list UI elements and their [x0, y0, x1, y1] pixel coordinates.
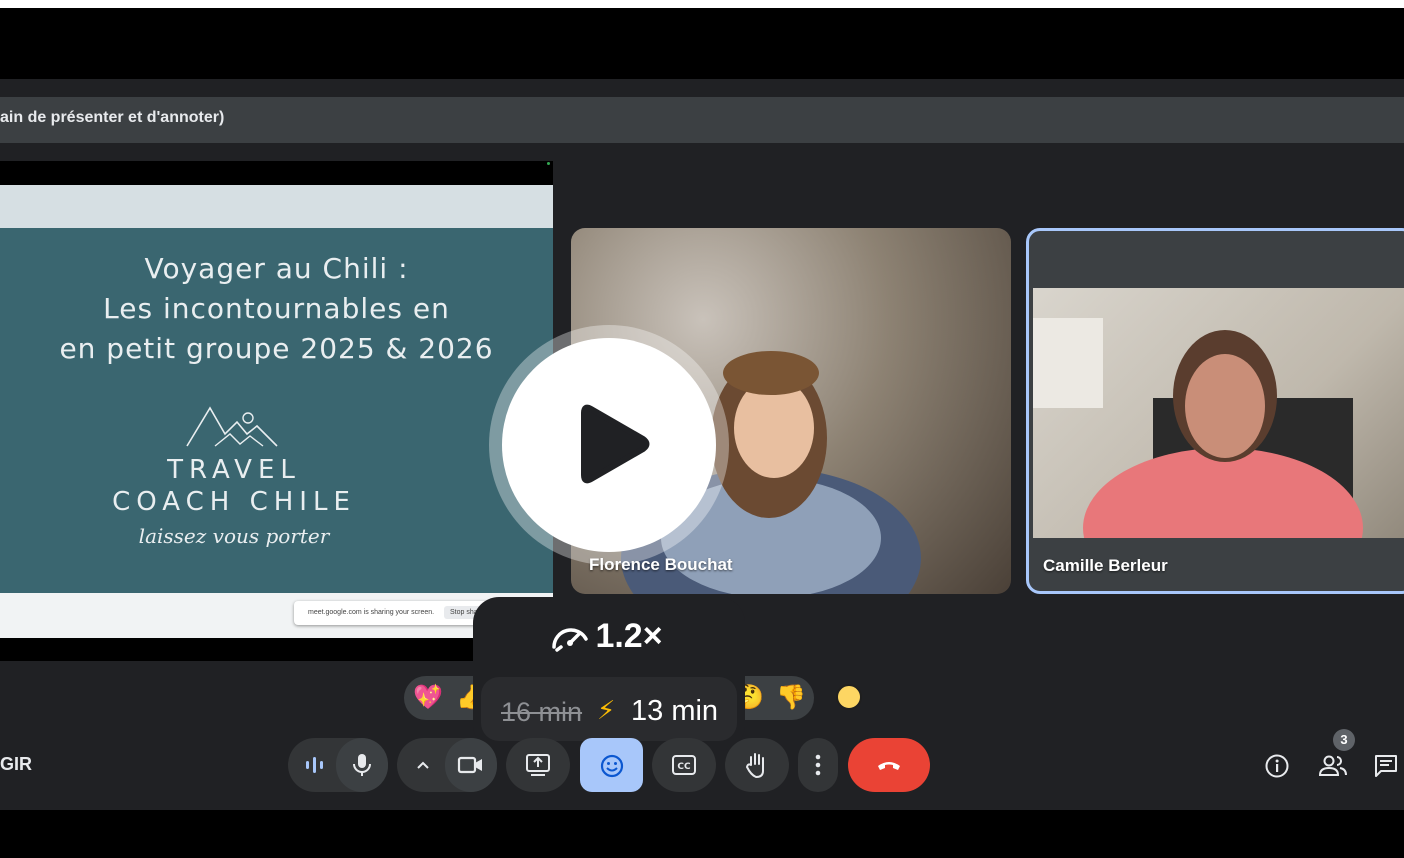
raise-hand-button[interactable]	[725, 738, 789, 792]
slide-brand-line1: TRAVEL	[167, 455, 301, 485]
svg-text:CC: CC	[677, 762, 691, 772]
play-icon	[581, 404, 650, 484]
closed-captions-icon: CC	[672, 755, 696, 775]
reaction-heart[interactable]: 💖	[413, 686, 443, 710]
camera-control-group	[397, 738, 497, 792]
bolt-icon: ⚡	[597, 695, 616, 725]
play-button[interactable]	[489, 325, 729, 565]
slide-tagline: laissez vous porter	[138, 524, 330, 548]
hand-icon	[745, 753, 764, 779]
mic-control-group	[288, 738, 388, 792]
microphone-icon	[353, 754, 371, 776]
slide-title-line1: Voyager au Chili :	[144, 252, 409, 285]
end-call-button[interactable]	[848, 738, 930, 792]
presentation-bar: ain de présenter et d'annoter)	[0, 97, 1404, 143]
participant-tile-2[interactable]: Camille Berleur	[1026, 228, 1404, 594]
participant-name-2: Camille Berleur	[1043, 556, 1168, 575]
hang-up-icon	[878, 762, 900, 770]
present-button[interactable]	[506, 738, 570, 792]
present-screen-icon	[526, 754, 550, 776]
chevron-up-icon[interactable]	[415, 758, 431, 772]
slide-title-line2: Les incontournables en	[103, 292, 450, 325]
new-duration: 13 min	[631, 695, 719, 727]
people-count-badge: 3	[1333, 729, 1355, 751]
more-vert-icon	[815, 754, 821, 776]
skin-tone-button[interactable]	[836, 684, 862, 710]
playback-speed: 1.2×	[595, 617, 663, 655]
emoji-button[interactable]	[580, 738, 643, 792]
reaction-thumbs-down[interactable]: 👎	[776, 686, 806, 710]
duration-box: 16 min ⚡ 13 min	[481, 677, 737, 741]
slide-title-line3: en petit groupe 2025 & 2026	[59, 332, 494, 365]
playback-speed-panel: 1.2× 16 min ⚡ 13 min	[473, 597, 745, 751]
chat-icon[interactable]	[1373, 753, 1399, 779]
slide-brand-line2: COACH CHILE	[112, 487, 356, 517]
presentation-bar-text: ain de présenter et d'annoter)	[0, 109, 225, 126]
original-duration: 16 min	[501, 697, 583, 727]
video-camera-icon	[457, 756, 482, 774]
captions-button[interactable]: CC	[652, 738, 716, 792]
shared-screen-header	[0, 185, 553, 228]
recording-dot	[547, 162, 550, 165]
camera-button[interactable]	[445, 738, 497, 792]
top-edge	[0, 0, 1404, 8]
participant-video-2	[1033, 288, 1404, 538]
mic-button[interactable]	[336, 738, 388, 792]
smiley-icon	[600, 754, 624, 778]
more-options-button[interactable]	[798, 738, 838, 792]
sharing-notice-text: meet.google.com is sharing your screen.	[308, 609, 435, 616]
audio-levels-icon[interactable]	[304, 755, 326, 775]
meeting-code-label: GIR	[0, 754, 33, 774]
mountain-logo-icon	[186, 406, 278, 447]
info-icon[interactable]	[1264, 753, 1290, 779]
people-icon[interactable]	[1318, 753, 1348, 779]
